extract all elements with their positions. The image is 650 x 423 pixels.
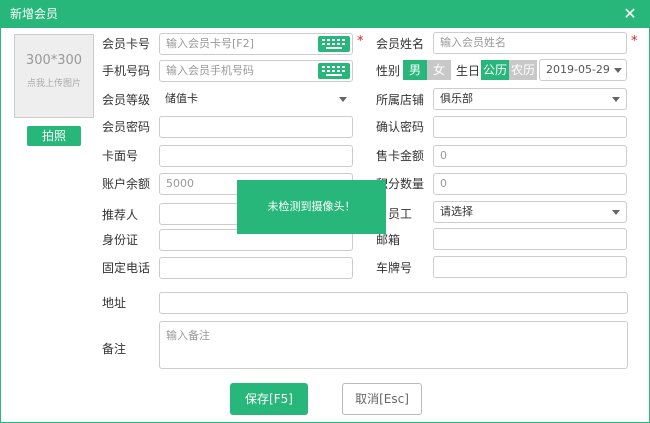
landline-input[interactable] [159, 257, 353, 279]
landline-label: 固定电话 [102, 261, 151, 275]
card-no-input[interactable]: 输入会员卡号[F2] [159, 33, 353, 55]
phone-placeholder: 输入会员手机号码 [166, 64, 254, 77]
birthday-solar-toggle[interactable]: 公历 [481, 60, 509, 80]
chevron-down-icon [614, 68, 622, 73]
level-label: 会员等级 [102, 93, 151, 107]
store-value: 俱乐部 [440, 92, 473, 105]
face-no-input[interactable] [159, 145, 353, 167]
birthday-label: 生日 [456, 64, 481, 78]
store-select[interactable]: 俱乐部 [433, 88, 627, 110]
name-required-mark: * [631, 34, 638, 49]
address-label: 地址 [102, 296, 127, 310]
remark-label: 备注 [102, 342, 127, 356]
level-value: 储值卡 [165, 92, 198, 105]
referrer-label: 推荐人 [102, 208, 139, 222]
name-placeholder: 输入会员姓名 [440, 36, 506, 49]
remark-textarea[interactable]: 输入备注 [159, 321, 628, 369]
birthday-date-picker[interactable]: 2019-05-29 [539, 59, 627, 81]
birthday-lunar-toggle[interactable]: 农历 [509, 60, 537, 80]
staff-select[interactable]: 请选择 [433, 201, 627, 223]
plate-label: 车牌号 [376, 261, 413, 275]
remark-placeholder: 输入备注 [166, 329, 210, 342]
store-label: 所属店铺 [376, 93, 425, 107]
name-input[interactable]: 输入会员姓名 [433, 32, 627, 54]
cancel-button[interactable]: 取消[Esc] [342, 383, 422, 415]
keyboard-icon[interactable] [318, 36, 350, 52]
card-no-placeholder: 输入会员卡号[F2] [166, 37, 254, 50]
phone-label: 手机号码 [102, 64, 151, 78]
address-input[interactable] [159, 292, 628, 314]
card-no-required-mark: * [357, 34, 364, 49]
save-button[interactable]: 保存[F5] [230, 383, 308, 415]
password-label: 会员密码 [102, 120, 151, 134]
confirm-password-input[interactable] [433, 116, 627, 138]
balance-label: 账户余额 [102, 177, 151, 191]
photo-hint-text: 点我上传图片 [26, 79, 81, 89]
sale-amount-input[interactable]: 0 [433, 145, 627, 167]
confirm-password-label: 确认密码 [376, 120, 425, 134]
camera-not-detected-toast: 未检测到摄像头！ [237, 180, 386, 234]
email-input[interactable] [433, 228, 627, 250]
chevron-down-icon [612, 97, 620, 102]
keyboard-icon[interactable] [318, 63, 350, 79]
dialog-titlebar [0, 0, 650, 28]
staff-label: 员工 [388, 207, 413, 221]
dialog-title: 新增会员 [10, 7, 59, 21]
gender-label: 性别 [376, 64, 401, 78]
staff-value: 请选择 [440, 205, 473, 218]
plate-input[interactable] [433, 256, 627, 278]
name-label: 会员姓名 [376, 37, 425, 51]
photo-size-text: 300*300 [25, 53, 83, 68]
points-input[interactable]: 0 [433, 173, 627, 195]
face-no-label: 卡面号 [102, 149, 139, 163]
chevron-down-icon [339, 97, 347, 102]
phone-input[interactable]: 输入会员手机号码 [159, 60, 353, 82]
sale-amount-label: 售卡金额 [376, 149, 425, 163]
card-no-label: 会员卡号 [102, 37, 151, 51]
level-select[interactable]: 储值卡 [159, 89, 353, 111]
gender-male-toggle[interactable]: 男 [403, 60, 427, 80]
password-input[interactable] [159, 116, 353, 138]
id-card-label: 身份证 [102, 233, 139, 247]
gender-female-toggle[interactable]: 女 [427, 60, 451, 80]
birthday-date-value: 2019-05-29 [546, 63, 610, 76]
close-icon[interactable]: ✕ [620, 4, 640, 24]
photo-upload-area[interactable]: 300*300 点我上传图片 [14, 34, 94, 118]
chevron-down-icon [612, 210, 620, 215]
take-photo-button[interactable]: 拍照 [27, 126, 81, 146]
